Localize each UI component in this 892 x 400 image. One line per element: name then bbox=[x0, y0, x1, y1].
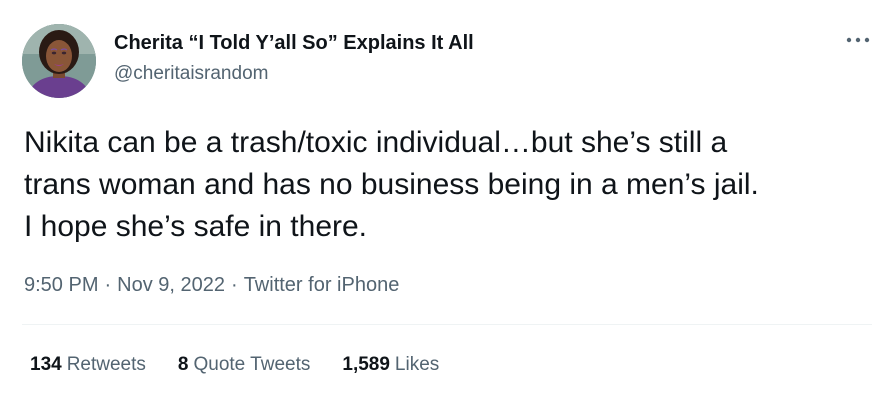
likes-stat[interactable]: 1,589 Likes bbox=[342, 352, 439, 378]
quote-tweets-count: 8 bbox=[177, 354, 189, 375]
divider bbox=[22, 324, 872, 325]
tweet-date[interactable]: Nov 9, 2022 bbox=[117, 274, 225, 296]
avatar[interactable] bbox=[22, 24, 96, 98]
author-info: Cherita “I Told Y’all So” Explains It Al… bbox=[114, 30, 474, 86]
tweet-source[interactable]: Twitter for iPhone bbox=[244, 274, 400, 296]
tweet-metadata: 9:50 PM · Nov 9, 2022 · Twitter for iPhone bbox=[24, 272, 399, 298]
separator-dot: · bbox=[231, 274, 238, 296]
display-name[interactable]: Cherita “I Told Y’all So” Explains It Al… bbox=[114, 30, 474, 56]
retweets-stat[interactable]: 134 Retweets bbox=[30, 352, 146, 378]
likes-label: Likes bbox=[394, 354, 440, 375]
tweet-text-line: I hope she’s safe in there. bbox=[24, 210, 368, 243]
more-options-button[interactable] bbox=[844, 30, 872, 50]
tweet-text: Nikita can be a trash/toxic individual…b… bbox=[24, 122, 874, 248]
tweet-time[interactable]: 9:50 PM bbox=[24, 274, 98, 296]
ellipsis-icon bbox=[846, 37, 870, 43]
username-handle[interactable]: @cheritaisrandom bbox=[114, 62, 474, 86]
tweet-text-line: trans woman and has no business being in… bbox=[24, 168, 759, 201]
quote-tweets-stat[interactable]: 8 Quote Tweets bbox=[178, 352, 310, 378]
separator-dot: · bbox=[104, 274, 112, 296]
retweets-label: Retweets bbox=[66, 354, 146, 375]
profile-photo-icon bbox=[22, 24, 96, 98]
quote-tweets-label: Quote Tweets bbox=[193, 354, 311, 375]
engagement-stats: 134 Retweets 8 Quote Tweets 1,589 Likes bbox=[30, 352, 439, 378]
tweet-card: Cherita “I Told Y’all So” Explains It Al… bbox=[0, 0, 892, 400]
retweets-count: 134 bbox=[30, 354, 62, 375]
likes-count: 1,589 bbox=[342, 354, 390, 375]
tweet-text-line: Nikita can be a trash/toxic individual…b… bbox=[24, 126, 728, 159]
